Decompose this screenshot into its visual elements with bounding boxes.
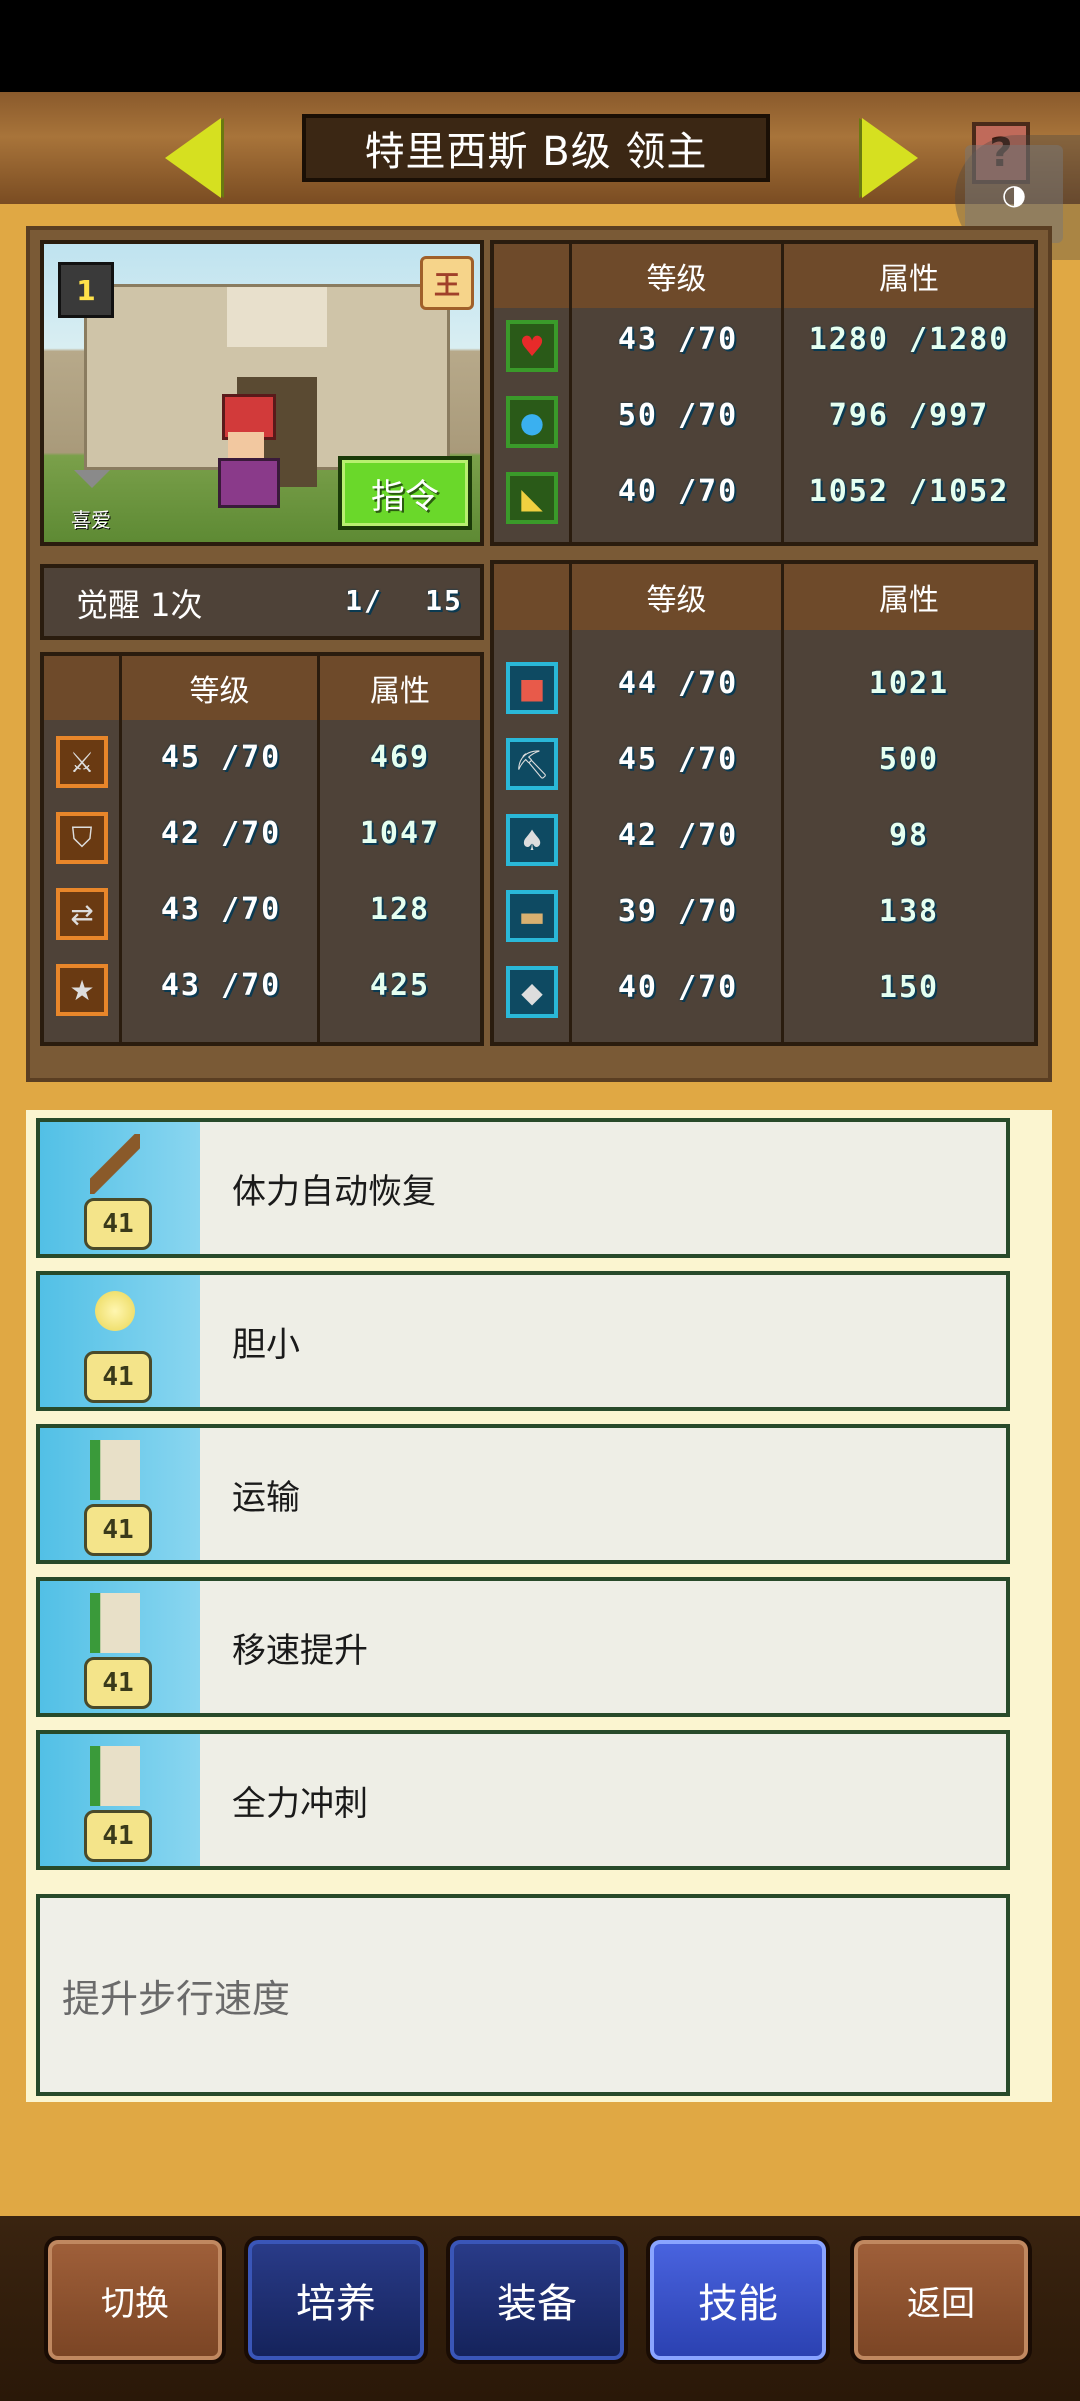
skill-icon-bg: 41	[40, 1428, 200, 1560]
skill-level-badge: 41	[84, 1657, 152, 1709]
stamina-level: 40 /70	[617, 474, 739, 509]
level-column-header: 等级	[572, 564, 784, 630]
stamina-value: 1052 /1052	[808, 474, 1010, 509]
wand-icon	[90, 1134, 140, 1194]
skill-icon-bg: 41	[40, 1734, 200, 1866]
work3-level: 42 /70	[617, 818, 739, 853]
potion-icon: ●	[506, 396, 558, 448]
prev-character-arrow-icon[interactable]	[165, 118, 221, 198]
skill-name: 体力自动恢复	[232, 1171, 436, 1212]
awaken-max: 15	[425, 584, 463, 617]
skill-item[interactable]: 41 胆小	[36, 1271, 1010, 1411]
skill-name: 胆小	[232, 1324, 300, 1365]
awaken-count: 1/	[345, 584, 383, 617]
attack-level: 45 /70	[160, 740, 282, 775]
axe-icon: ◆	[506, 966, 558, 1018]
favorite-label[interactable]: 喜爱	[62, 504, 120, 533]
favorite-heart-icon[interactable]	[74, 470, 110, 488]
character-sprite	[208, 394, 284, 508]
attack-value: 469	[369, 740, 431, 775]
scroll-icon	[90, 1440, 140, 1500]
work-stats-table: 等级 属性 ■ 44 /70 1021 ⛏ 45 /70 500 ♠ 42 /7…	[490, 560, 1038, 1046]
speed-value: 128	[369, 892, 431, 927]
shield-icon: ⛉	[56, 812, 108, 864]
icon-column-header	[494, 244, 572, 308]
work5-value: 150	[878, 970, 940, 1005]
skill-level-badge: 41	[84, 1351, 152, 1403]
sword-icon: ⚔	[56, 736, 108, 788]
value-column-header: 属性	[784, 244, 1034, 308]
status-bar	[0, 0, 1080, 92]
star-icon: ★	[56, 964, 108, 1016]
scroll-icon	[90, 1593, 140, 1653]
character-title: 特里西斯 B级 领主	[302, 114, 770, 182]
shovel-icon: ♠	[506, 814, 558, 866]
train-button[interactable]: 培养	[244, 2236, 428, 2364]
lightbulb-icon	[90, 1287, 140, 1347]
skill-icon-bg: 41	[40, 1581, 200, 1713]
skill-button[interactable]: 技能	[646, 2236, 830, 2364]
work3-value: 98	[888, 818, 930, 853]
scroll-icon	[90, 1746, 140, 1806]
skill-name: 运输	[232, 1477, 300, 1518]
work1-value: 1021	[868, 666, 950, 701]
body	[218, 458, 280, 508]
skill-description: 提升步行速度	[36, 1894, 1010, 2096]
hp-level: 43 /70	[617, 322, 739, 357]
defense-level: 42 /70	[160, 816, 282, 851]
work4-value: 138	[878, 894, 940, 929]
level-badge: 1	[58, 262, 114, 318]
next-character-arrow-icon[interactable]	[862, 118, 918, 198]
skill-item[interactable]: 41 全力冲刺	[36, 1730, 1010, 1870]
speed-level: 43 /70	[160, 892, 282, 927]
skill-icon-bg: 41	[40, 1275, 200, 1407]
work1-level: 44 /70	[617, 666, 739, 701]
skill-item[interactable]: 41 移速提升	[36, 1577, 1010, 1717]
level-column-header: 等级	[572, 244, 784, 308]
switch-button[interactable]: 切换	[44, 2236, 226, 2364]
awaken-bar: 觉醒 1次 1/ 15	[40, 564, 484, 640]
work2-value: 500	[878, 742, 940, 777]
equip-button[interactable]: 装备	[446, 2236, 628, 2364]
mp-value: 796 /997	[828, 398, 990, 433]
luck-value: 425	[369, 968, 431, 1003]
heart-icon: ♥	[506, 320, 558, 372]
defense-value: 1047	[359, 816, 441, 851]
skill-level-badge: 41	[84, 1198, 152, 1250]
pickaxe-icon: ⛏	[506, 738, 558, 790]
value-column-header: 属性	[784, 564, 1034, 630]
king-rank-icon: 王	[420, 256, 474, 310]
arrows-icon: ⇄	[56, 888, 108, 940]
face	[228, 432, 264, 460]
work5-level: 40 /70	[617, 970, 739, 1005]
icon-column-header	[44, 656, 122, 720]
mp-level: 50 /70	[617, 398, 739, 433]
skill-item[interactable]: 41 运输	[36, 1424, 1010, 1564]
skill-level-badge: 41	[84, 1810, 152, 1862]
arm-icon: ◣	[506, 472, 558, 524]
command-button[interactable]: 指令	[338, 456, 472, 530]
hp-value: 1280 /1280	[808, 322, 1010, 357]
skill-name: 移速提升	[232, 1630, 368, 1671]
main-stats-table: 等级 属性 ♥ 43 /70 1280 /1280 ● 50 /70 796 /…	[490, 240, 1038, 546]
book-icon: ■	[506, 662, 558, 714]
value-column-header: 属性	[320, 656, 480, 720]
chest-icon: ▬	[506, 890, 558, 942]
skill-icon-bg: 41	[40, 1122, 200, 1254]
castle-tower	[227, 287, 327, 347]
awaken-label: 觉醒 1次	[76, 586, 203, 624]
combat-stats-table: 等级 属性 ⚔ 45 /70 469 ⛉ 42 /70 1047 ⇄ 43 /7…	[40, 652, 484, 1046]
work4-level: 39 /70	[617, 894, 739, 929]
skill-item[interactable]: 41 体力自动恢复	[36, 1118, 1010, 1258]
luck-level: 43 /70	[160, 968, 282, 1003]
icon-column-header	[494, 564, 572, 630]
skill-level-badge: 41	[84, 1504, 152, 1556]
skill-name: 全力冲刺	[232, 1783, 368, 1824]
work2-level: 45 /70	[617, 742, 739, 777]
level-column-header: 等级	[122, 656, 320, 720]
back-button[interactable]: 返回	[850, 2236, 1032, 2364]
